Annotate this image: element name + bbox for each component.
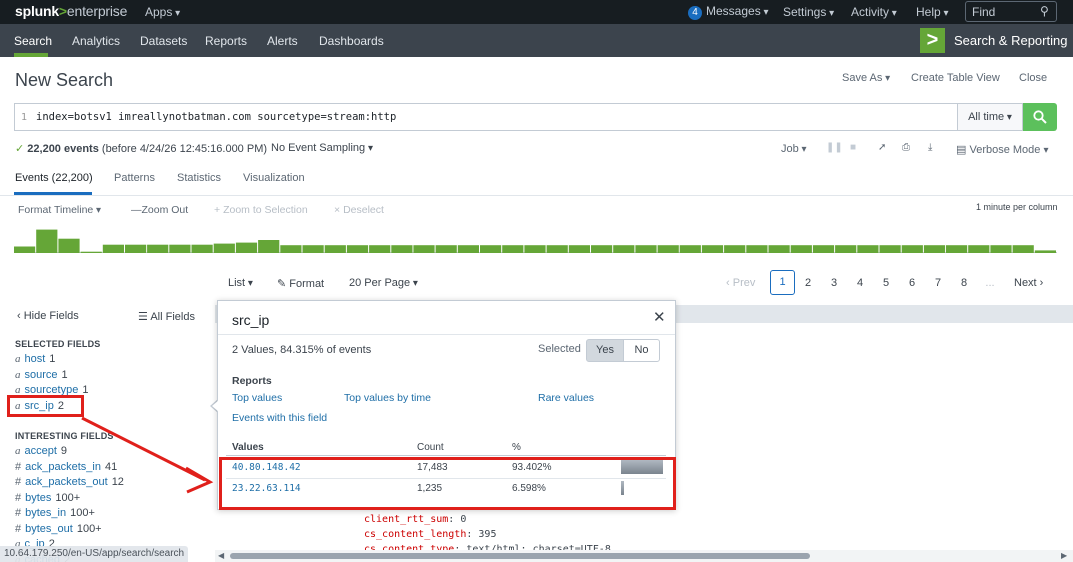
- annotation-arrow: [81, 416, 214, 494]
